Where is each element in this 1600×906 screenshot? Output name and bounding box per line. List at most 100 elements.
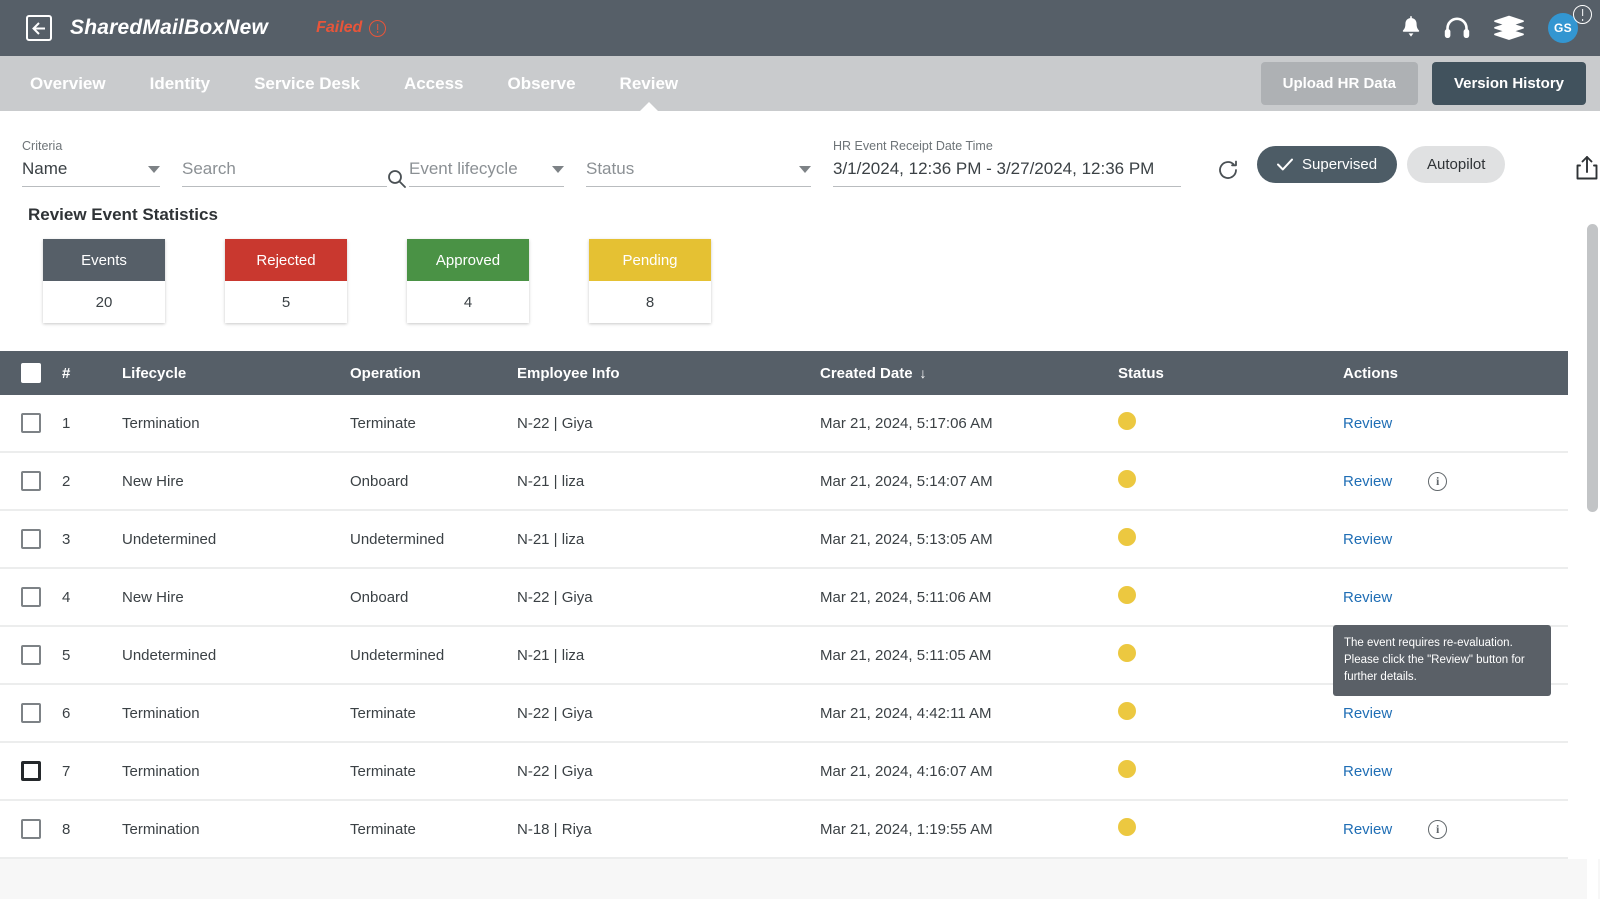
row-status-cell bbox=[1118, 818, 1343, 840]
review-link[interactable]: Review bbox=[1343, 589, 1392, 606]
info-icon[interactable]: i bbox=[1428, 471, 1448, 491]
back-arrow-icon[interactable] bbox=[26, 15, 52, 41]
row-checkbox[interactable] bbox=[21, 529, 41, 549]
row-checkbox-cell bbox=[0, 587, 62, 607]
row-created-date: Mar 21, 2024, 5:11:06 AM bbox=[820, 588, 992, 606]
check-icon bbox=[1277, 158, 1293, 171]
row-operation: Undetermined bbox=[350, 530, 445, 548]
date-range-value: 3/1/2024, 12:36 PM - 3/27/2024, 12:36 PM bbox=[833, 159, 1155, 178]
info-icon[interactable]: i bbox=[1428, 819, 1448, 839]
row-status-cell bbox=[1118, 586, 1343, 608]
column-header-status[interactable]: Status bbox=[1118, 365, 1343, 382]
chevron-down-icon bbox=[799, 165, 811, 173]
column-header-lifecycle[interactable]: Lifecycle bbox=[122, 365, 350, 382]
nav-actions: Upload HR Data Version History bbox=[1260, 62, 1586, 105]
table-header-row: # Lifecycle Operation Employee Info Crea… bbox=[0, 351, 1568, 395]
nav-item-observe[interactable]: Observe bbox=[508, 74, 576, 94]
row-checkbox-cell bbox=[0, 645, 62, 665]
table-row[interactable]: 2 New Hire Onboard N-21 | liza Mar 21, 2024,… bbox=[0, 453, 1568, 511]
events-table: # Lifecycle Operation Employee Info Crea… bbox=[0, 351, 1568, 859]
event-lifecycle-value: Event lifecycle bbox=[409, 159, 518, 178]
row-status-cell bbox=[1118, 528, 1343, 550]
chevron-down-icon bbox=[552, 165, 564, 173]
row-checkbox-cell bbox=[0, 819, 62, 839]
table-row[interactable]: 7 Termination Terminate N-22 | Giya Mar 21, … bbox=[0, 743, 1568, 801]
review-info-tooltip: The event requires re-evaluation. Please… bbox=[1333, 625, 1551, 696]
refresh-icon[interactable] bbox=[1217, 159, 1239, 181]
review-link[interactable]: Review bbox=[1343, 473, 1392, 490]
review-link[interactable]: Review bbox=[1343, 821, 1392, 838]
stat-value: 5 bbox=[281, 293, 291, 311]
review-link[interactable]: Review bbox=[1343, 763, 1392, 780]
app-title: SharedMailBoxNew bbox=[70, 16, 269, 39]
nav-item-overview[interactable]: Overview bbox=[30, 74, 106, 94]
criteria-label: Criteria bbox=[22, 139, 63, 153]
search-input[interactable]: Search bbox=[182, 159, 236, 179]
column-header-operation[interactable]: Operation bbox=[350, 365, 517, 382]
row-checkbox[interactable] bbox=[21, 471, 41, 491]
status-pending-dot bbox=[1118, 528, 1136, 546]
vertical-scrollbar[interactable] bbox=[1587, 224, 1598, 906]
share-export-icon[interactable] bbox=[1575, 155, 1599, 181]
warning-circle-icon[interactable] bbox=[1573, 5, 1592, 24]
headset-icon[interactable] bbox=[1444, 16, 1470, 40]
row-created-date: Mar 21, 2024, 5:14:07 AM bbox=[820, 472, 993, 490]
nav-item-service-desk[interactable]: Service Desk bbox=[254, 74, 360, 94]
stat-card-approved: Approved 4 bbox=[407, 239, 529, 323]
criteria-select[interactable]: Name bbox=[22, 159, 160, 187]
books-icon[interactable] bbox=[1492, 15, 1526, 41]
row-checkbox[interactable] bbox=[21, 703, 41, 723]
topbar-actions: GS bbox=[1400, 13, 1584, 43]
nav-item-identity[interactable]: Identity bbox=[150, 74, 210, 94]
upload-hr-data-button[interactable]: Upload HR Data bbox=[1260, 62, 1418, 105]
criteria-field: Criteria Name bbox=[22, 139, 160, 187]
row-actions-cell: Review bbox=[1343, 589, 1563, 606]
row-checkbox[interactable] bbox=[21, 413, 41, 433]
date-range-input[interactable]: 3/1/2024, 12:36 PM - 3/27/2024, 12:36 PM bbox=[833, 159, 1181, 187]
column-header-created-date[interactable]: Created Date ↓ bbox=[820, 365, 1118, 382]
table-row[interactable]: 3 Undetermined Undetermined N-21 | liza Mar … bbox=[0, 511, 1568, 569]
review-link[interactable]: Review bbox=[1343, 415, 1392, 432]
mode-autopilot-chip[interactable]: Autopilot bbox=[1407, 146, 1506, 183]
row-number: 5 bbox=[62, 646, 71, 664]
status-pending-dot bbox=[1118, 702, 1136, 720]
row-operation: Undetermined bbox=[350, 646, 445, 664]
row-employee-info: N-22 | Giya bbox=[517, 588, 593, 606]
review-link[interactable]: Review bbox=[1343, 531, 1392, 548]
nav-item-access[interactable]: Access bbox=[404, 74, 464, 94]
table-row[interactable]: 8 Termination Terminate N-18 | Riya Mar 21, … bbox=[0, 801, 1568, 859]
row-created-date: Mar 21, 2024, 4:16:07 AM bbox=[820, 762, 993, 780]
row-status-cell bbox=[1118, 412, 1343, 434]
status-field: Status bbox=[586, 159, 811, 187]
table-row[interactable]: 1 Termination Terminate N-22 | Giya Mar 21, … bbox=[0, 395, 1568, 453]
version-history-button[interactable]: Version History bbox=[1431, 62, 1586, 105]
column-header-number[interactable]: # bbox=[62, 365, 122, 382]
row-actions-cell: Review i bbox=[1343, 819, 1563, 839]
status-badge: Failed bbox=[316, 19, 387, 37]
page-bottom-spacer bbox=[0, 859, 1600, 899]
mode-supervised-chip[interactable]: Supervised bbox=[1257, 146, 1398, 183]
bell-icon[interactable] bbox=[1400, 16, 1422, 40]
row-actions-cell: Review bbox=[1343, 763, 1563, 780]
review-link[interactable]: Review bbox=[1343, 705, 1392, 722]
event-lifecycle-select[interactable]: Event lifecycle bbox=[409, 159, 564, 187]
select-all-checkbox[interactable] bbox=[21, 363, 41, 383]
chevron-down-icon bbox=[148, 165, 160, 173]
search-input-wrap[interactable]: Search bbox=[182, 159, 406, 188]
row-number: 2 bbox=[62, 472, 71, 490]
row-checkbox[interactable] bbox=[21, 587, 41, 607]
row-checkbox[interactable] bbox=[21, 645, 41, 665]
column-header-actions: Actions bbox=[1343, 364, 1399, 382]
row-checkbox[interactable] bbox=[21, 819, 41, 839]
stat-card-rejected: Rejected 5 bbox=[225, 239, 347, 323]
row-lifecycle: New Hire bbox=[122, 588, 184, 606]
nav-item-review[interactable]: Review bbox=[620, 74, 679, 94]
column-header-employee-info[interactable]: Employee Info bbox=[517, 365, 820, 382]
scrollbar-thumb[interactable] bbox=[1587, 224, 1598, 512]
status-select[interactable]: Status bbox=[586, 159, 811, 187]
row-checkbox[interactable] bbox=[21, 761, 41, 781]
row-checkbox-cell bbox=[0, 529, 62, 549]
row-operation: Terminate bbox=[350, 704, 416, 722]
table-row[interactable]: 4 New Hire Onboard N-22 | Giya Mar 21, 2024,… bbox=[0, 569, 1568, 627]
row-actions-cell: Review bbox=[1343, 415, 1563, 432]
